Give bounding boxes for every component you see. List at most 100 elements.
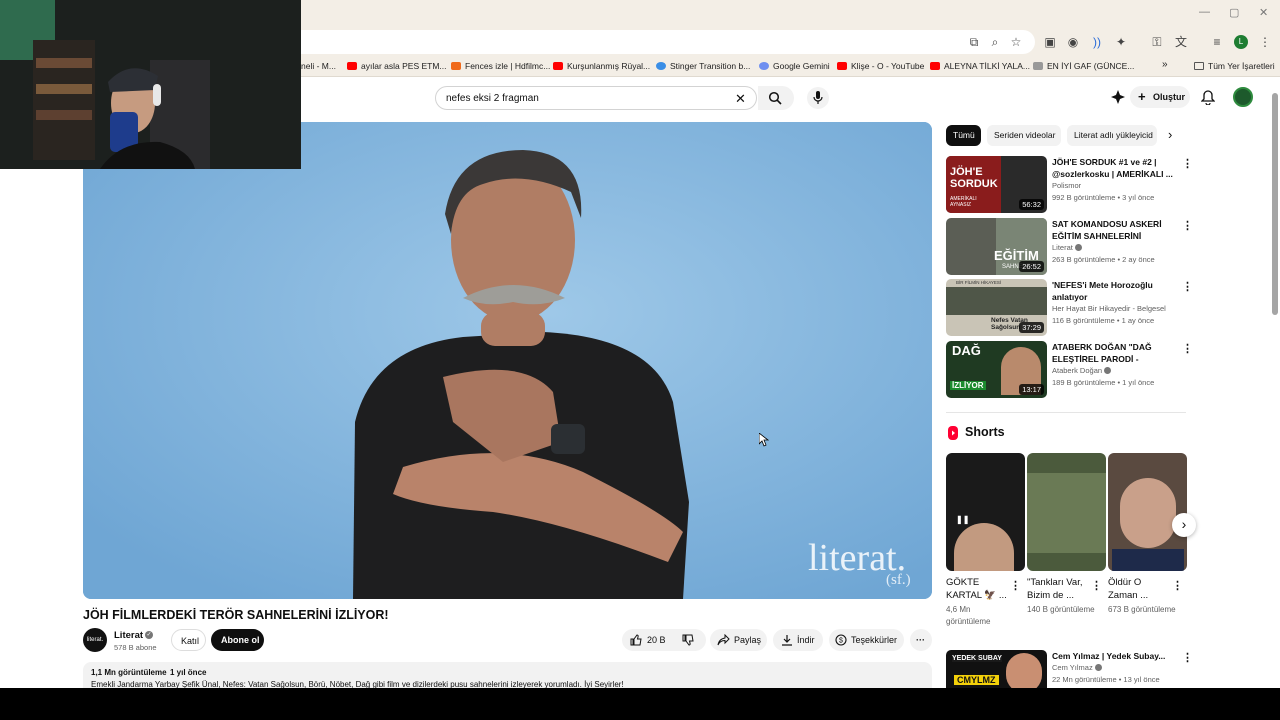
profile-icon[interactable]: L (1234, 35, 1248, 49)
rec-video[interactable]: JÖH'E SORDUK AMERİKALI AYNASIZ 56:32 JÖH… (946, 156, 1193, 213)
short-title[interactable]: GÖKTE KARTAL 🦅 ... (946, 576, 1008, 602)
bookmark-item[interactable]: EN İYİ GAF (GÜNCE... (1033, 61, 1134, 71)
star-icon[interactable]: ☆ (1009, 35, 1023, 49)
rec-thumbnail[interactable]: JÖH'E SORDUK AMERİKALI AYNASIZ 56:32 (946, 156, 1047, 213)
shorts-next-button[interactable]: › (1172, 513, 1196, 537)
media-icon[interactable]: ≡ (1210, 35, 1224, 49)
watermark-subtitle: (sf.) (886, 572, 911, 588)
short-thumbnail[interactable] (1108, 453, 1187, 571)
bookmark-item[interactable]: neli - M... (301, 61, 336, 71)
more-actions-button[interactable]: ··· (910, 629, 932, 651)
chip-series[interactable]: Seriden videolar (987, 125, 1061, 146)
kebab-icon[interactable]: ⋮ (1182, 158, 1193, 170)
menu-icon[interactable]: ⋮ (1258, 35, 1272, 49)
omnibox[interactable] (290, 30, 1035, 54)
kebab-icon[interactable]: ⋮ (1010, 580, 1021, 592)
voice-search-button[interactable] (807, 87, 829, 109)
extension-icon-2[interactable]: ◉ (1066, 35, 1080, 49)
rec-thumbnail[interactable]: EĞİTİM SAHNELERİ 26:52 (946, 218, 1047, 275)
thanks-button[interactable]: $ Teşekkürler (829, 629, 904, 651)
share-icon (717, 634, 730, 646)
like-count[interactable]: 20 B (647, 635, 666, 645)
bookmark-item[interactable]: ALEYNA TİLKİ YALA... (930, 61, 1030, 71)
extension-icon-3[interactable]: )) (1090, 35, 1104, 49)
short-title[interactable]: "Tankları Var, Bizim de ... (1027, 576, 1089, 602)
rec-thumbnail[interactable]: YEDEK SUBAY CMYLMZ (946, 650, 1047, 688)
dislike-icon[interactable] (682, 634, 694, 646)
scrollbar-thumb[interactable] (1272, 93, 1278, 315)
channel-name[interactable]: Literat (114, 630, 143, 641)
like-icon[interactable] (630, 634, 642, 646)
short-thumbnail[interactable]: ❚❚ (946, 453, 1025, 571)
rec-video[interactable]: DAĞ İZLİYOR 13:17 ATABERK DOĞAN "DAĞ ELE… (946, 341, 1193, 398)
kebab-icon[interactable]: ⋮ (1172, 580, 1183, 592)
minimize-icon[interactable]: — (1199, 6, 1210, 18)
folder-icon (1194, 62, 1204, 70)
share-button[interactable]: Paylaş (710, 629, 767, 651)
video-frame (83, 122, 932, 599)
verified-icon (1094, 664, 1102, 671)
browser-window: — ▢ ✕ ⧉ ⌕ ☆ ▣ ◉ )) ✦ ⚿ 文 ≡ L ⋮ neli - M.… (0, 0, 1280, 688)
gemini-spark-icon[interactable] (1111, 90, 1125, 104)
chevron-right-icon[interactable]: › (1168, 127, 1172, 142)
site-icon (451, 62, 461, 70)
rec-meta: 189 B görüntüleme • 1 yıl önce (1052, 378, 1155, 387)
search-input[interactable]: nefes eksi 2 fragman (446, 93, 539, 104)
join-button[interactable]: Katıl (171, 629, 206, 651)
extension-icon[interactable]: ▣ (1043, 35, 1057, 49)
short-title[interactable]: Öldür O Zaman ... (1108, 576, 1170, 602)
chip-all[interactable]: Tümü (946, 125, 981, 146)
kebab-icon[interactable]: ⋮ (1182, 343, 1193, 355)
video-player[interactable]: literat. (sf.) (83, 122, 932, 599)
scrollbar[interactable] (1272, 85, 1278, 685)
chip-uploader[interactable]: Literat adlı yükleyicid (1067, 125, 1157, 146)
kebab-icon[interactable]: ⋮ (1182, 281, 1193, 293)
search-box[interactable]: nefes eksi 2 fragman ✕ (435, 86, 757, 110)
short-thumbnail[interactable] (1027, 453, 1106, 571)
close-window-icon[interactable]: ✕ (1259, 6, 1268, 19)
divider (946, 412, 1186, 413)
bookmark-item[interactable]: Stinger Transition b... (656, 61, 750, 71)
short-views: 673 B görüntüleme (1108, 605, 1176, 614)
rec-title: ATABERK DOĞAN "DAĞ ELEŞTİREL PARODİ - Fİ… (1052, 342, 1152, 364)
duration-badge: 56:32 (1019, 199, 1044, 210)
download-button[interactable]: İndir (773, 629, 823, 651)
maximize-icon[interactable]: ▢ (1229, 6, 1239, 19)
rec-video[interactable]: YEDEK SUBAY CMYLMZ Cem Yılmaz | Yedek Su… (946, 650, 1193, 688)
description-box[interactable]: 1,1 Mn görüntüleme 1 yıl önce Emekli Jan… (83, 662, 932, 688)
kebab-icon[interactable]: ⋮ (1091, 580, 1102, 592)
all-bookmarks[interactable]: Tüm Yer İşaretleri (1194, 61, 1275, 71)
search-button[interactable] (758, 86, 794, 110)
zoom-icon[interactable]: ⌕ (988, 35, 1002, 49)
rec-video[interactable]: BİR FİLMİN HİKAYESİ Nefes Vatan Sağolsun… (946, 279, 1193, 336)
upload-date: 1 yıl önce (170, 668, 207, 677)
bookmark-item[interactable]: Google Gemini (759, 61, 830, 71)
account-avatar[interactable] (1233, 87, 1253, 107)
gemini-icon (759, 62, 769, 70)
channel-avatar[interactable]: literat. (83, 628, 107, 652)
subscribe-button[interactable]: Abone ol (211, 629, 264, 651)
bookmark-item[interactable]: Kurşunlanmış Rüyal... (553, 61, 650, 71)
more-bookmarks-icon[interactable]: » (1162, 59, 1168, 70)
duration-badge: 13:17 (1019, 384, 1044, 395)
short-views: 140 B görüntüleme (1027, 605, 1095, 614)
bookmark-item[interactable]: ayılar asla PES ETM... (347, 61, 447, 71)
shorts-icon (948, 426, 958, 440)
key-icon[interactable]: ⚿ (1150, 35, 1164, 49)
rec-title: JÖH'E SORDUK #1 ve #2 | @sozlerkosku | A… (1052, 157, 1173, 179)
rec-thumbnail[interactable]: DAĞ İZLİYOR 13:17 (946, 341, 1047, 398)
puzzle-icon[interactable]: ✦ (1114, 35, 1128, 49)
bell-icon[interactable] (1201, 90, 1215, 105)
rec-thumbnail[interactable]: BİR FİLMİN HİKAYESİ Nefes Vatan Sağolsun… (946, 279, 1047, 336)
bookmark-item[interactable]: Klişe - O - YouTube (837, 61, 924, 71)
create-button[interactable]: + Oluştur (1130, 86, 1190, 108)
bookmark-item[interactable]: Fences izle | Hdfilmc... (451, 61, 550, 71)
clear-search-icon[interactable]: ✕ (735, 91, 746, 107)
kebab-icon[interactable]: ⋮ (1182, 652, 1193, 664)
rec-video[interactable]: EĞİTİM SAHNELERİ 26:52 SAT KOMANDOSU ASK… (946, 218, 1193, 275)
svg-text:$: $ (839, 638, 843, 645)
install-icon[interactable]: ⧉ (967, 35, 981, 49)
translate-icon[interactable]: 文 (1174, 35, 1188, 49)
like-dislike-group: 20 B (622, 629, 706, 651)
kebab-icon[interactable]: ⋮ (1182, 220, 1193, 232)
